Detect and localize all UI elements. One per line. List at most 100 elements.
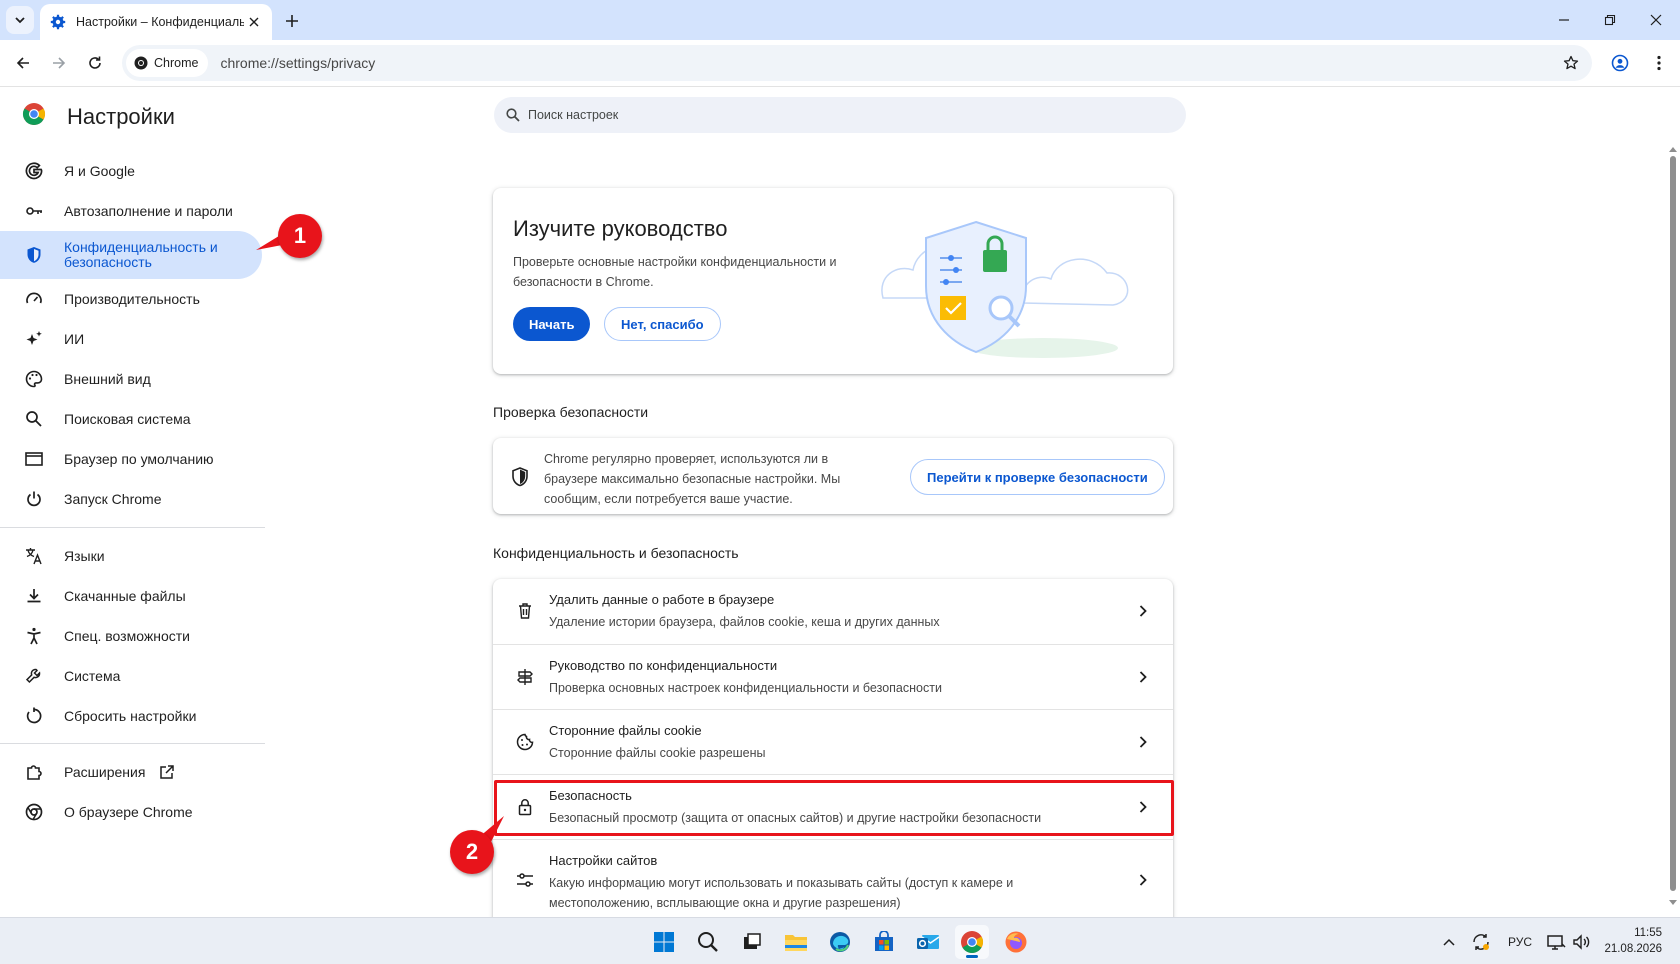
language-indicator[interactable]: РУС: [1504, 930, 1536, 954]
sidebar-item-you-and-google[interactable]: Я и Google: [0, 151, 262, 191]
settings-page: Настройки Поиск настроек Я и Google Авто…: [0, 88, 1680, 917]
row-title: Настройки сайтов: [549, 853, 658, 868]
signpost-icon: [515, 667, 535, 687]
search-icon: [506, 108, 520, 122]
safety-check-text: Chrome регулярно проверяет, используются…: [544, 452, 841, 506]
shield-icon: [24, 245, 44, 265]
chevron-up-icon: [1443, 938, 1455, 946]
edge-button[interactable]: [823, 925, 857, 959]
sidebar-item-label: Сбросить настройки: [64, 708, 197, 724]
tab-title: Настройки – Конфиденциальн: [76, 15, 244, 29]
browser-window-icon: [24, 449, 44, 469]
sidebar-item-appearance[interactable]: Внешний вид: [0, 359, 262, 399]
privacy-guide-card: Изучите руководство Проверьте основные н…: [493, 188, 1173, 374]
sidebar-item-default-browser[interactable]: Браузер по умолчанию: [0, 439, 262, 479]
kebab-menu-icon: [1657, 55, 1661, 71]
puzzle-icon: [24, 762, 44, 782]
new-tab-button[interactable]: [280, 9, 304, 33]
back-button[interactable]: [8, 48, 38, 78]
network-tray-icon[interactable]: [1544, 930, 1568, 954]
tab-settings[interactable]: Настройки – Конфиденциальн: [40, 4, 272, 40]
windows-taskbar: РУС 11:55 21.08.2026: [0, 917, 1680, 964]
network-icon: [1547, 935, 1566, 950]
show-hidden-icons-button[interactable]: [1438, 930, 1460, 954]
sidebar-item-about-chrome[interactable]: О браузере Chrome: [0, 792, 262, 832]
reload-button[interactable]: [80, 48, 110, 78]
volume-tray-icon[interactable]: [1570, 930, 1594, 954]
url-text[interactable]: chrome://settings/privacy: [220, 55, 1556, 71]
row-site-settings[interactable]: Настройки сайтов Какую информацию могут …: [493, 839, 1173, 917]
sidebar-item-accessibility[interactable]: Спец. возможности: [0, 616, 262, 656]
address-bar[interactable]: Chrome chrome://settings/privacy: [122, 45, 1592, 81]
profile-button[interactable]: [1605, 48, 1635, 78]
task-view-button[interactable]: [735, 925, 769, 959]
star-icon: [1563, 55, 1579, 70]
sidebar-item-autofill[interactable]: Автозаполнение и пароли: [0, 191, 262, 231]
row-subtitle: Проверка основных настроек конфиденциаль…: [549, 681, 942, 695]
row-clear-browsing-data[interactable]: Удалить данные о работе в браузере Удале…: [493, 579, 1173, 644]
search-input[interactable]: Поиск настроек: [494, 97, 1186, 133]
reset-icon: [24, 706, 44, 726]
start-button[interactable]: [647, 925, 681, 959]
speaker-icon: [1573, 934, 1590, 950]
sidebar-item-on-startup[interactable]: Запуск Chrome: [0, 479, 262, 519]
page-scrollbar[interactable]: [1669, 146, 1677, 906]
start-button[interactable]: Начать: [513, 307, 591, 341]
restore-button[interactable]: [1587, 4, 1633, 36]
bookmark-star-button[interactable]: [1556, 48, 1586, 78]
chrome-taskbar-button[interactable]: [955, 925, 989, 959]
safety-check-card: Chrome регулярно проверяет, используются…: [493, 438, 1173, 514]
page-title: Настройки: [67, 104, 175, 129]
sidebar-item-label: О браузере Chrome: [64, 804, 193, 820]
sidebar-item-ai[interactable]: ИИ: [0, 319, 262, 359]
row-privacy-guide[interactable]: Руководство по конфиденциальности Провер…: [493, 644, 1173, 709]
chrome-logo-icon: [23, 103, 45, 125]
download-icon: [24, 586, 44, 606]
menu-button[interactable]: [1644, 48, 1674, 78]
sidebar-item-reset[interactable]: Сбросить настройки: [0, 696, 262, 736]
close-window-button[interactable]: [1633, 4, 1679, 36]
scroll-thumb[interactable]: [1670, 156, 1676, 891]
go-to-safety-check-button[interactable]: Перейти к проверке безопасности: [910, 459, 1165, 495]
sidebar-item-privacy-security[interactable]: Конфиденциальность и безопасность: [0, 231, 262, 279]
wrench-icon: [24, 666, 44, 686]
sidebar-item-label: Я и Google: [64, 163, 135, 179]
sliders-icon: [515, 870, 535, 890]
file-explorer-button[interactable]: [779, 925, 813, 959]
taskbar-search-button[interactable]: [691, 925, 725, 959]
row-third-party-cookies[interactable]: Сторонние файлы cookie Сторонние файлы c…: [493, 709, 1173, 774]
sidebar-item-label: ИИ: [64, 331, 85, 347]
sync-tray-icon[interactable]: [1468, 930, 1494, 954]
clock[interactable]: 11:55 21.08.2026: [1604, 925, 1662, 957]
site-info-chip[interactable]: Chrome: [126, 49, 209, 77]
sidebar-item-extensions[interactable]: Расширения: [0, 752, 262, 792]
sidebar-item-performance[interactable]: Производительность: [0, 279, 262, 319]
sidebar-item-label: Запуск Chrome: [64, 491, 162, 507]
windows-logo-icon: [654, 932, 674, 952]
row-subtitle: Удаление истории браузера, файлов cookie…: [549, 615, 940, 629]
store-button[interactable]: [867, 925, 901, 959]
restore-icon: [1604, 14, 1616, 26]
chrome-icon: [24, 802, 44, 822]
firefox-button[interactable]: [999, 925, 1033, 959]
chrome-icon: [961, 931, 983, 953]
minimize-button[interactable]: [1541, 4, 1587, 36]
no-thanks-button[interactable]: Нет, спасибо: [604, 307, 721, 341]
sidebar-item-search-engine[interactable]: Поисковая система: [0, 399, 262, 439]
sidebar-item-downloads[interactable]: Скачанные файлы: [0, 576, 262, 616]
sidebar-item-system[interactable]: Система: [0, 656, 262, 696]
sidebar-item-languages[interactable]: Языки: [0, 536, 262, 576]
sync-icon: [1473, 934, 1489, 950]
arrow-left-icon: [16, 57, 29, 69]
account-icon: [1611, 54, 1629, 72]
sidebar-item-label: Спец. возможности: [64, 628, 190, 644]
forward-button[interactable]: [44, 48, 74, 78]
outlook-button[interactable]: [911, 925, 945, 959]
row-subtitle: Какую информацию могут использовать и по…: [549, 876, 1014, 910]
tab-search-button[interactable]: [6, 6, 34, 34]
callout-badge-1: 1: [278, 214, 322, 258]
key-icon: [24, 201, 44, 221]
close-tab-icon[interactable]: [244, 12, 264, 32]
plus-icon: [286, 15, 298, 27]
row-title: Руководство по конфиденциальности: [549, 658, 778, 673]
